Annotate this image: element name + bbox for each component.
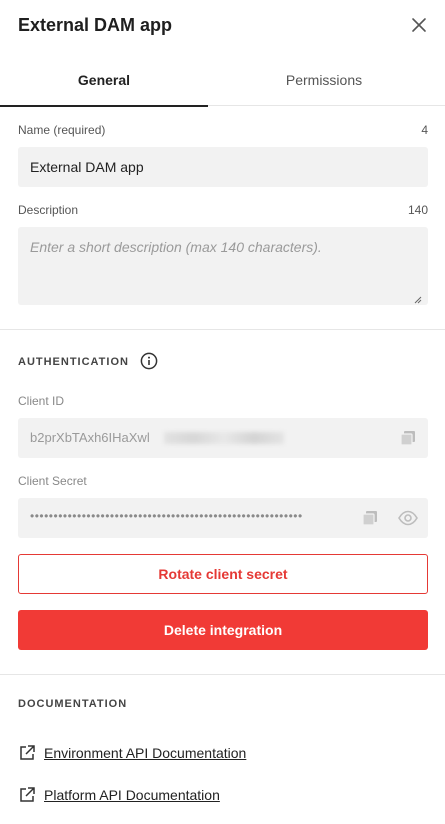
- external-link-icon: [18, 744, 36, 762]
- client-secret-masked: ••••••••••••••••••••••••••••••••••••••••…: [30, 509, 303, 523]
- client-secret-label: Client Secret: [18, 474, 87, 488]
- tab-general[interactable]: General: [0, 58, 208, 107]
- rotate-client-secret-button[interactable]: Rotate client secret: [18, 554, 428, 594]
- info-icon[interactable]: [140, 352, 158, 370]
- section-divider: [0, 674, 445, 675]
- client-id-value: b2prXbTAxh6IHaXwl: [30, 430, 150, 445]
- client-id-label: Client ID: [18, 394, 65, 408]
- platform-api-doc-link[interactable]: Platform API Documentation: [18, 785, 258, 805]
- tab-bar: General Permissions: [0, 58, 445, 107]
- name-char-counter: 4: [421, 123, 428, 137]
- client-id-field: b2prXbTAxh6IHaXwl: [18, 418, 428, 458]
- panel-title: External DAM app: [18, 15, 173, 35]
- panel-header: External DAM app: [0, 0, 445, 52]
- section-divider: [0, 329, 445, 330]
- delete-integration-button[interactable]: Delete integration: [18, 610, 428, 650]
- name-field-wrapper: [18, 147, 428, 187]
- resize-grip-icon[interactable]: [414, 291, 422, 304]
- close-icon[interactable]: [409, 15, 429, 35]
- environment-api-doc-link-label[interactable]: Environment API Documentation: [44, 745, 246, 761]
- copy-icon[interactable]: [360, 508, 380, 528]
- description-label: Description: [18, 203, 79, 217]
- external-link-icon: [18, 786, 36, 804]
- copy-icon[interactable]: [398, 428, 418, 448]
- description-textarea[interactable]: [18, 227, 428, 303]
- documentation-heading: DOCUMENTATION: [18, 698, 128, 710]
- platform-api-doc-link-label[interactable]: Platform API Documentation: [44, 787, 220, 803]
- description-char-counter: 140: [407, 203, 428, 217]
- client-id-redacted: [164, 432, 284, 444]
- environment-api-doc-link[interactable]: Environment API Documentation: [18, 743, 278, 763]
- client-secret-field: ••••••••••••••••••••••••••••••••••••••••…: [18, 498, 428, 538]
- eye-icon[interactable]: [397, 507, 419, 529]
- tab-permissions[interactable]: Permissions: [222, 58, 426, 106]
- name-label: Name (required): [18, 123, 106, 137]
- name-input[interactable]: [18, 147, 428, 187]
- description-field-wrapper: [18, 227, 428, 305]
- authentication-heading: AUTHENTICATION: [18, 356, 129, 368]
